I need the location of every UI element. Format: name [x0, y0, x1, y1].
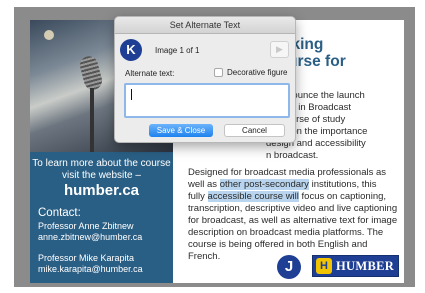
- text-run: well as: [188, 179, 220, 190]
- alt-text-input[interactable]: [124, 83, 290, 118]
- text-run: institutions, this: [308, 179, 377, 190]
- humber-crest-icon: H: [316, 258, 332, 274]
- save-close-button[interactable]: Save & Close: [149, 124, 213, 137]
- paragraph-line: fully accessible course will focus on ca…: [188, 191, 402, 203]
- text-selection[interactable]: accessible course will: [207, 191, 299, 202]
- contact-name: Professor Anne Zbitnew: [38, 221, 134, 231]
- contact-entry: Professor Anne Zbitnew anne.zbitnew@humb…: [38, 221, 181, 243]
- dialog-title: Set Alternate Text: [115, 17, 295, 34]
- j-logo[interactable]: J: [277, 255, 301, 279]
- decorative-figure-label[interactable]: Decorative figure: [227, 68, 287, 77]
- paragraph-line: for broadcast, as well as alternative te…: [188, 215, 398, 226]
- text-run: focus on captioning,: [298, 191, 387, 202]
- decorative-figure-option[interactable]: Decorative figure: [214, 68, 287, 77]
- text-selection[interactable]: other post-secondary: [219, 179, 309, 190]
- paragraph-line: well as other post-secondary institution…: [188, 179, 402, 191]
- paragraph-line: Designed for broadcast media professiona…: [188, 167, 387, 178]
- paragraph-line: n broadcast.: [266, 150, 319, 161]
- humber-logo[interactable]: H HUMBER: [312, 255, 399, 277]
- contact-heading: Contact:: [38, 207, 81, 219]
- set-alternate-text-dialog: Set Alternate Text K Image 1 of 1 ▶ Alte…: [114, 16, 296, 143]
- decorative-figure-checkbox[interactable]: [214, 68, 223, 77]
- paragraph-line: transcription, descriptive video and liv…: [188, 203, 398, 214]
- contact-email: anne.zbitnew@humber.ca: [38, 232, 143, 242]
- contact-email: mike.karapita@humber.ca: [38, 264, 143, 274]
- alt-text-label: Alternate text:: [125, 69, 175, 78]
- cancel-button[interactable]: Cancel: [224, 124, 285, 137]
- app-icon: K: [120, 39, 142, 61]
- humber-wordmark: HUMBER: [336, 258, 395, 273]
- microphone-arm: [90, 88, 94, 152]
- studio-light: [44, 30, 54, 40]
- visit-text: To learn more about the course visit the…: [32, 158, 171, 181]
- text-run: fully: [188, 191, 208, 202]
- website-text: humber.ca: [63, 182, 140, 199]
- microphone-head: [77, 54, 105, 92]
- contact-name: Professor Mike Karapita: [38, 253, 135, 263]
- contact-entry: Professor Mike Karapita mike.karapita@hu…: [38, 253, 181, 275]
- description-paragraph: Designed for broadcast media professiona…: [188, 167, 402, 263]
- next-image-button[interactable]: ▶: [270, 41, 289, 58]
- paragraph-line: description on broadcast media platforms…: [188, 227, 384, 238]
- image-counter: Image 1 of 1: [155, 46, 200, 55]
- text-cursor: [131, 89, 132, 100]
